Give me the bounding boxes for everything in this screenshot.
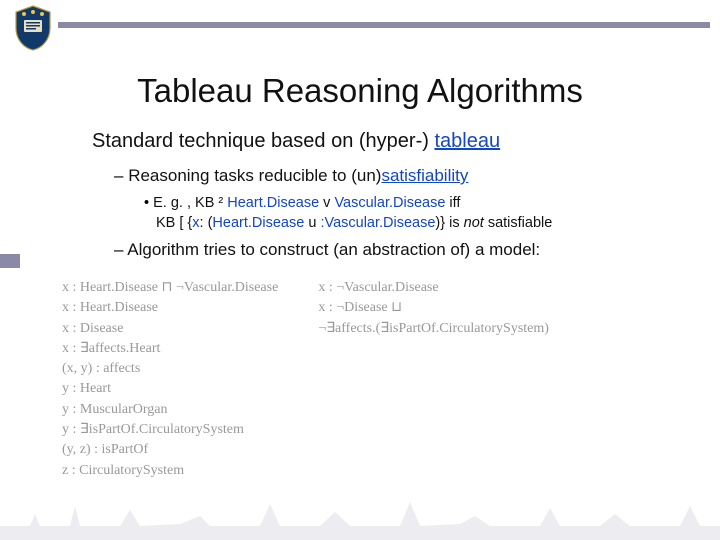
skyline-decoration <box>0 496 720 540</box>
ex-vd2: Vascular.Disease <box>324 215 435 231</box>
math-l9: z : CirculatorySystem <box>62 461 278 481</box>
bullet-algorithm: Algorithm tries to construct (an abstrac… <box>114 239 680 262</box>
math-l2: x : Disease <box>62 319 278 339</box>
ex-sat: satisfiable <box>484 215 553 231</box>
b1-key: satisfiability <box>381 166 468 185</box>
ex-iff: iff <box>445 195 460 211</box>
side-tab <box>0 254 20 268</box>
ex-hd: Heart.Disease <box>223 195 323 211</box>
bullet-satisfiability: Reasoning tasks reducible to (un)satisfi… <box>114 165 680 188</box>
math-l8: (y, z) : isPartOf <box>62 440 278 460</box>
derivation-left-col: x : Heart.Disease ⊓ ¬Vascular.Disease x … <box>62 278 278 481</box>
ex-x: x <box>192 215 199 231</box>
ex-colon: : ( <box>200 215 213 231</box>
ex-kb2: KB <box>156 215 179 231</box>
math-l0: x : Heart.Disease ⊓ ¬Vascular.Disease <box>62 278 278 298</box>
ex-hd2: Heart.Disease <box>212 215 308 231</box>
lead-line: Standard technique based on (hyper-) tab… <box>92 128 680 155</box>
derivation-right-col: x : ¬Vascular.Disease x : ¬Disease ⊔ ¬∃a… <box>318 278 549 481</box>
university-crest-icon <box>12 4 54 52</box>
math-l3: x : ∃affects.Heart <box>62 339 278 359</box>
example-line: E. g. , KB ² Heart.Disease v Vascular.Di… <box>144 194 680 233</box>
math-l5: y : Heart <box>62 379 278 399</box>
b1-pre: Reasoning tasks reducible to (un) <box>128 166 381 185</box>
math-l7: y : ∃isPartOf.CirculatorySystem <box>62 420 278 440</box>
math-r0: x : ¬Vascular.Disease <box>318 278 549 298</box>
slide-title: Tableau Reasoning Algorithms <box>0 72 720 110</box>
ex-a1: E. g. , KB <box>153 195 218 211</box>
tableau-derivation: x : Heart.Disease ⊓ ¬Vascular.Disease x … <box>62 278 700 481</box>
math-l6: y : MuscularOrgan <box>62 400 278 420</box>
header-rule <box>58 22 710 28</box>
ex-brace: { <box>183 215 192 231</box>
ex-not: not <box>464 215 484 231</box>
lead-keyword: tableau <box>434 130 500 152</box>
slide: Tableau Reasoning Algorithms Standard te… <box>0 0 720 540</box>
math-l1: x : Heart.Disease <box>62 298 278 318</box>
ex-vd: Vascular.Disease <box>330 195 445 211</box>
ex-is: )} is <box>435 215 463 231</box>
body-content: Standard technique based on (hyper-) tab… <box>92 128 680 268</box>
math-r2: ¬∃affects.(∃isPartOf.CirculatorySystem) <box>318 319 549 339</box>
math-r1: x : ¬Disease ⊔ <box>318 298 549 318</box>
math-l4: (x, y) : affects <box>62 359 278 379</box>
lead-pre: Standard technique based on (hyper-) <box>92 130 434 152</box>
